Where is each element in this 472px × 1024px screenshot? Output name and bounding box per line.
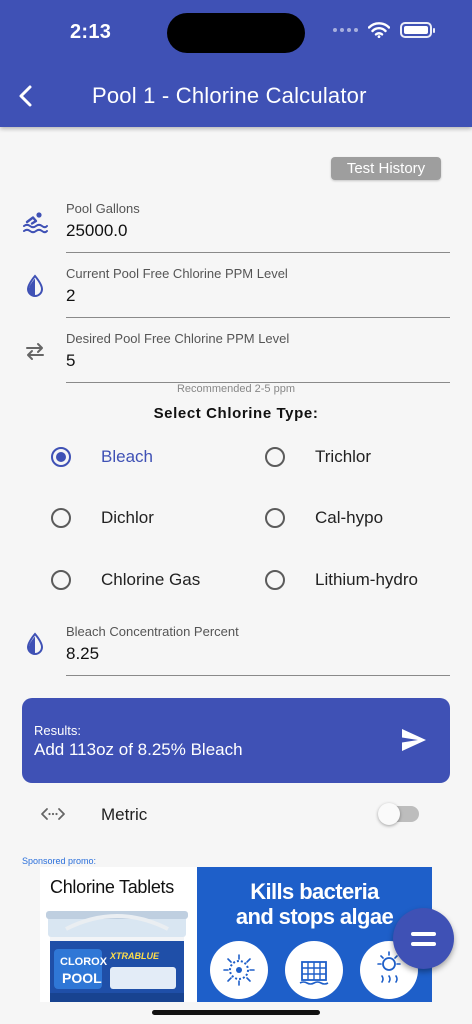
page-title: Pool 1 - Chlorine Calculator [92,83,367,108]
radio-unselected-icon [51,570,71,590]
field-underline [66,317,450,318]
toggle-knob [378,803,400,825]
promo-left-title: Chlorine Tablets [50,877,174,897]
radio-chlorine-gas[interactable]: Chlorine Gas [51,565,200,595]
desired-ppm-field: Desired Pool Free Chlorine PPM Level [0,331,472,391]
radio-bleach[interactable]: Bleach [51,442,153,472]
promo-banner[interactable]: Chlorine Tablets CLOROX POOL XTRABLUE Ki… [40,867,432,1002]
wifi-icon [368,22,390,38]
battery-icon [400,22,435,38]
swap-arrows-icon [22,338,48,364]
cellular-signal-icon [333,28,358,32]
radio-unselected-icon [265,570,285,590]
promo-label: Sponsored promo: [22,856,97,866]
app-bar: 2:13 Pool 1 - Chlorine Calculator [0,0,472,127]
back-button[interactable] [10,80,42,112]
desired-ppm-label: Desired Pool Free Chlorine PPM Level [66,331,290,346]
pool-filter-icon [285,941,343,999]
concentration-input[interactable] [66,644,450,664]
water-drop-icon [22,273,48,299]
dynamic-island [167,13,305,53]
status-time: 2:13 [70,21,112,43]
chlorine-bucket-image: CLOROX POOL XTRABLUE [46,911,188,1002]
pool-gallons-input[interactable] [66,221,450,241]
pool-swimmer-icon [22,209,48,235]
radio-dichlor[interactable]: Dichlor [51,503,154,533]
results-title: Results: [34,723,81,738]
radio-label: Lithium-hydro [315,570,418,589]
pool-gallons-field: Pool Gallons [0,201,472,261]
menu-icon [393,908,454,969]
radio-trichlor[interactable]: Trichlor [265,442,371,472]
promo-product-line: XTRABLUE [109,951,160,961]
concentration-label: Bleach Concentration Percent [66,624,239,639]
recommended-hint: Recommended 2-5 ppm [176,383,295,395]
radio-unselected-icon [265,508,285,528]
pool-gallons-label: Pool Gallons [66,201,140,216]
metric-toggle[interactable] [378,803,419,825]
radio-selected-icon [51,447,71,467]
field-underline [66,675,450,676]
promo-brand: CLOROX [60,956,108,968]
radio-unselected-icon [51,508,71,528]
radio-cal-hypo[interactable]: Cal-hypo [265,503,383,533]
radio-label: Dichlor [101,508,154,527]
current-ppm-label: Current Pool Free Chlorine PPM Level [66,266,288,281]
radio-label: Chlorine Gas [101,570,201,589]
current-ppm-input[interactable] [66,286,450,306]
bacteria-icon [210,941,268,999]
field-underline [66,252,450,253]
code-arrows-icon [41,808,65,820]
metric-label: Metric [101,805,148,824]
home-indicator[interactable] [152,1010,320,1015]
radio-label: Trichlor [315,447,372,466]
radio-label: Bleach [101,447,153,466]
chlorine-type-heading: Select Chlorine Type: [153,405,319,422]
status-icons [333,22,435,38]
concentration-field: Bleach Concentration Percent [0,624,472,684]
water-drop-icon [22,631,48,657]
chevron-left-icon [19,85,32,107]
current-ppm-field: Current Pool Free Chlorine PPM Level [0,266,472,326]
radio-unselected-icon [265,447,285,467]
radio-label: Cal-hypo [315,508,384,527]
menu-fab-button[interactable] [393,908,454,969]
desired-ppm-input[interactable] [66,351,450,371]
promo-headline-1: Kills bacteria [250,879,379,904]
promo-left-panel: Chlorine Tablets CLOROX POOL XTRABLUE [40,867,197,1002]
promo-product: POOL [62,970,102,986]
test-history-button[interactable]: Test History [331,157,441,180]
results-card: Results: Add 113oz of 8.25% Bleach [22,698,450,783]
radio-lithium-hydro[interactable]: Lithium-hydro [265,565,418,595]
send-icon[interactable] [400,727,428,753]
results-text: Add 113oz of 8.25% Bleach [34,740,243,759]
